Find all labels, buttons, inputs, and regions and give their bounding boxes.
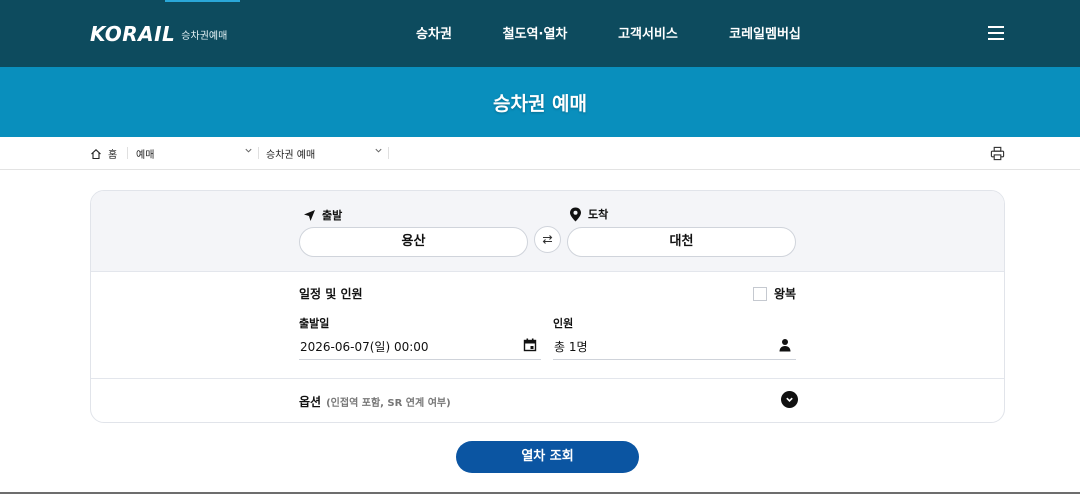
section-divider (91, 378, 1004, 379)
person-icon[interactable] (778, 338, 792, 352)
options-toggle[interactable]: 옵션 (인접역 포함, SR 연계 여부) (299, 393, 451, 410)
breadcrumb-home[interactable]: 홈 (90, 146, 117, 161)
nav-item-customer-service[interactable]: 고객서비스 (618, 23, 678, 42)
breadcrumb-level2[interactable]: 승차권 예매 (266, 146, 315, 161)
nav-item-ticket[interactable]: 승차권 (416, 23, 452, 42)
arrival-label: 도착 (588, 208, 609, 221)
nav-active-indicator (165, 0, 240, 2)
top-navbar: KORAIL 승차권예매 승차권 철도역·열차 고객서비스 코레일멤버십 (0, 0, 1080, 67)
hamburger-menu-icon[interactable] (986, 26, 1006, 42)
search-trains-button[interactable]: 열차 조회 (456, 441, 639, 473)
departure-label: 출발 (322, 209, 343, 222)
arrival-label-group: 도착 (569, 206, 608, 222)
chevron-down-icon (786, 397, 793, 402)
departure-label-group: 출발 (303, 207, 342, 223)
location-pin-icon (570, 207, 581, 221)
options-expand-button[interactable] (781, 391, 798, 408)
checkbox-box[interactable] (753, 286, 767, 301)
route-section: 출발 용산 도착 대천 (91, 191, 1004, 272)
arrival-station-field[interactable]: 대천 (567, 227, 796, 257)
booking-card: 출발 용산 도착 대천 일정 및 인원 왕복 출발일 2026-06-07(일)… (90, 190, 1005, 423)
breadcrumb: 홈 예매 승차권 예매 (0, 137, 1080, 170)
main-nav: 승차권 철도역·열차 고객서비스 코레일멤버십 (0, 23, 1080, 45)
breadcrumb-level1[interactable]: 예매 (136, 146, 154, 161)
chevron-down-icon[interactable] (374, 146, 383, 155)
breadcrumb-home-label: 홈 (108, 150, 118, 161)
calendar-icon[interactable] (523, 338, 537, 352)
passenger-count-label: 인원 (553, 317, 574, 330)
page-title: 승차권 예매 (492, 93, 587, 115)
options-label: 옵션 (299, 395, 322, 409)
schedule-section-title: 일정 및 인원 (299, 287, 363, 301)
page-banner: 승차권 예매 (0, 67, 1080, 137)
print-icon[interactable] (990, 146, 1005, 161)
swap-stations-button[interactable] (534, 226, 561, 253)
options-hint: (인접역 포함, SR 연계 여부) (326, 398, 451, 409)
departure-date-value: 2026-06-07(일) 00:00 (300, 340, 429, 354)
roundtrip-checkbox[interactable]: 왕복 (753, 285, 796, 302)
swap-icon (542, 235, 553, 244)
home-icon (91, 148, 101, 159)
roundtrip-label: 왕복 (774, 287, 797, 301)
departure-date-label: 출발일 (299, 317, 330, 330)
navigation-arrow-icon (304, 209, 315, 221)
nav-item-stations-trains[interactable]: 철도역·열차 (503, 23, 568, 42)
departure-date-field[interactable]: 2026-06-07(일) 00:00 (299, 331, 541, 360)
departure-station-field[interactable]: 용산 (299, 227, 528, 257)
nav-item-membership[interactable]: 코레일멤버십 (729, 23, 801, 42)
passenger-count-value: 총 1명 (554, 340, 588, 354)
chevron-down-icon[interactable] (244, 146, 253, 155)
passenger-count-field[interactable]: 총 1명 (553, 331, 796, 360)
